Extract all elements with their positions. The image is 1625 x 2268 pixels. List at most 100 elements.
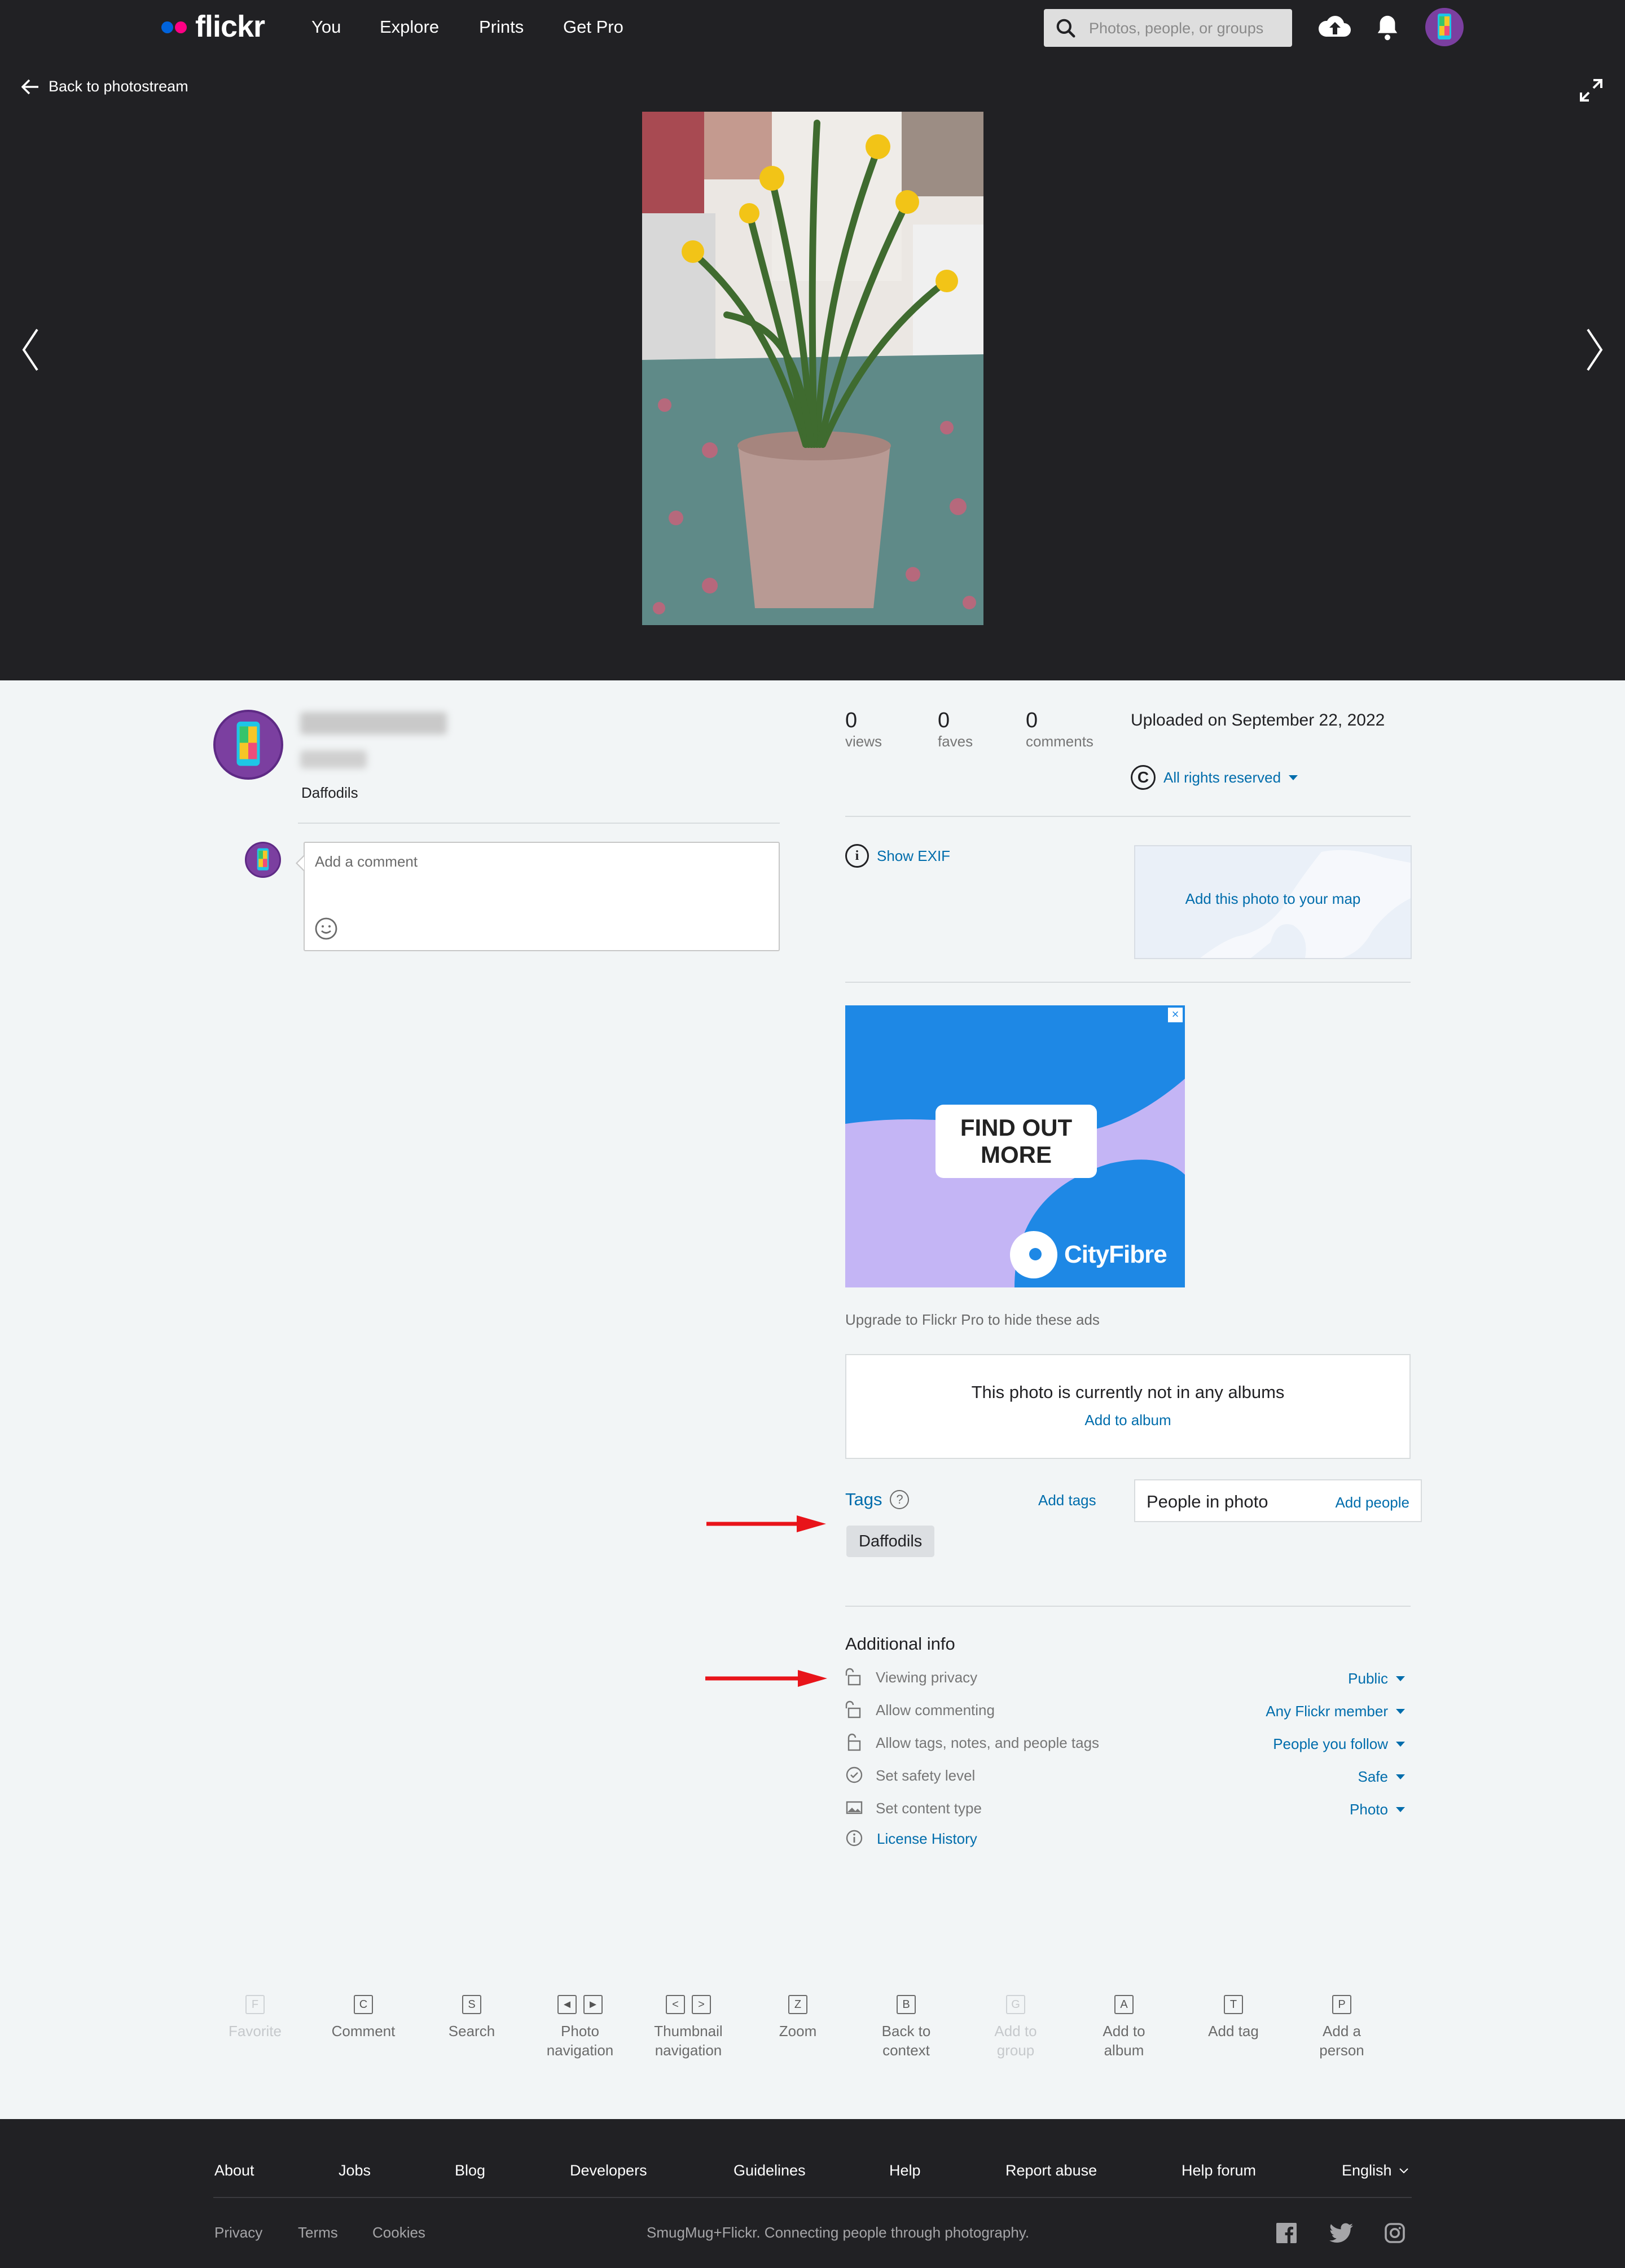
flickr-logo[interactable]: flickr (195, 9, 265, 44)
search-input[interactable]: Photos, people, or groups (1044, 9, 1292, 47)
comment-box[interactable] (296, 842, 780, 951)
content-type-value: Photo (1350, 1801, 1388, 1818)
advertisement[interactable]: × FIND OUT MORE CityFibre (845, 1005, 1185, 1287)
main-photo[interactable] (642, 112, 983, 625)
check-circle-icon (846, 1766, 863, 1783)
shortcut-thumb-nav-label1: Thumbnail (654, 2023, 723, 2040)
footer-about[interactable]: About (214, 2162, 254, 2179)
license-history-link[interactable]: License History (877, 1830, 977, 1848)
key-greater-than: > (692, 1995, 711, 2014)
license-dropdown[interactable]: C All rights reserved (1131, 765, 1298, 790)
footer-blog[interactable]: Blog (455, 2162, 485, 2179)
instagram-icon[interactable] (1385, 2223, 1405, 2243)
comment-input[interactable] (315, 853, 755, 871)
ad-find-out-more-button[interactable]: FIND OUT MORE (936, 1105, 1097, 1178)
allow-tags-dropdown[interactable]: People you follow (1273, 1735, 1405, 1753)
back-to-photostream-link[interactable]: Back to photostream (21, 78, 188, 95)
footer-divider (213, 2197, 1412, 2198)
help-icon[interactable]: ? (890, 1490, 910, 1509)
footer-privacy[interactable]: Privacy (214, 2224, 262, 2241)
add-to-map-box[interactable]: Add this photo to your map (1134, 845, 1412, 959)
key-less-than: < (666, 1995, 685, 2014)
phone-avatar-icon (1438, 14, 1451, 39)
nav-get-pro[interactable]: Get Pro (563, 17, 623, 37)
footer (0, 2119, 1625, 2268)
views-count: 0 (845, 709, 858, 732)
footer-help[interactable]: Help (889, 2162, 921, 2179)
comments-label: comments (1026, 733, 1093, 750)
footer-terms[interactable]: Terms (298, 2224, 338, 2241)
nav-prints[interactable]: Prints (479, 17, 524, 37)
nav-explore[interactable]: Explore (380, 17, 439, 37)
upgrade-pro-link[interactable]: Upgrade to Flickr Pro to hide these ads (845, 1311, 1100, 1329)
add-people-link[interactable]: Add people (1335, 1494, 1409, 1511)
footer-developers[interactable]: Developers (570, 2162, 647, 2179)
info-icon: i (845, 844, 869, 868)
footer-jobs[interactable]: Jobs (339, 2162, 371, 2179)
nav-you[interactable]: You (311, 17, 341, 37)
comments-stat: 0 comments (1026, 709, 1093, 750)
flickr-logo-dots[interactable] (161, 21, 190, 34)
owner-avatar[interactable] (213, 710, 283, 780)
shortcut-zoom-label: Zoom (779, 2023, 817, 2040)
shortcut-favorite: F Favorite (210, 1995, 300, 2041)
chevron-down-icon (1289, 775, 1298, 780)
allow-tags-label: Allow tags, notes, and people tags (876, 1734, 1100, 1751)
shortcut-album-label1: Add to (1103, 2023, 1145, 2040)
ad-close-icon[interactable]: × (1167, 1006, 1184, 1023)
comments-count: 0 (1026, 709, 1038, 732)
copyright-icon: C (1131, 765, 1156, 790)
tag-daffodils[interactable]: Daffodils (846, 1526, 935, 1557)
shortcut-comment: C Comment (318, 1995, 409, 2041)
viewing-privacy-dropdown[interactable]: Public (1348, 1670, 1405, 1687)
language-label: English (1342, 2162, 1392, 2179)
lock-open-icon (845, 1700, 861, 1718)
footer-report-abuse[interactable]: Report abuse (1005, 2162, 1097, 2179)
footer-guidelines[interactable]: Guidelines (734, 2162, 806, 2179)
allow-commenting-value: Any Flickr member (1266, 1703, 1388, 1720)
views-label: views (845, 733, 882, 750)
shortcut-person-label1: Add a (1323, 2023, 1361, 2040)
safety-level-label: Set safety level (876, 1767, 976, 1784)
safety-level-dropdown[interactable]: Safe (1358, 1768, 1405, 1786)
content-type-dropdown[interactable]: Photo (1350, 1801, 1405, 1818)
add-to-album-link[interactable]: Add to album (846, 1412, 1409, 1429)
faves-label: faves (938, 733, 973, 750)
phone-avatar-icon (236, 722, 260, 766)
key-left: ◄ (557, 1995, 577, 2014)
owner-name-redacted[interactable] (300, 712, 447, 735)
footer-cookies[interactable]: Cookies (372, 2224, 425, 2241)
shortcut-add-to-group: G Add to group (970, 1995, 1061, 2060)
footer-tagline: SmugMug+Flickr. Connecting people throug… (647, 2224, 1030, 2241)
fullscreen-icon[interactable] (1579, 78, 1604, 103)
people-in-photo-box: People in photo Add people (1134, 1479, 1422, 1522)
allow-commenting-dropdown[interactable]: Any Flickr member (1266, 1703, 1405, 1720)
previous-photo-chevron-icon[interactable] (20, 327, 39, 372)
facebook-icon[interactable] (1276, 2223, 1297, 2243)
footer-help-forum[interactable]: Help forum (1182, 2162, 1256, 2179)
upload-icon[interactable] (1317, 11, 1353, 42)
shortcut-tag-label: Add tag (1208, 2023, 1259, 2040)
chevron-down-icon (1396, 1774, 1405, 1779)
tags-header: Tags ? (845, 1489, 910, 1510)
shortcut-favorite-label: Favorite (229, 2023, 282, 2040)
content-type-label: Set content type (876, 1800, 982, 1817)
viewing-privacy-value: Public (1348, 1670, 1388, 1687)
key-s: S (462, 1995, 481, 2014)
viewing-privacy-label: Viewing privacy (876, 1669, 978, 1686)
back-label: Back to photostream (49, 78, 188, 95)
next-photo-chevron-icon[interactable] (1586, 327, 1605, 372)
shortcut-back-label1: Back to (881, 2023, 931, 2040)
user-avatar[interactable] (1425, 8, 1464, 46)
language-selector[interactable]: English (1342, 2162, 1409, 2179)
info-icon (846, 1830, 863, 1847)
add-tags-link[interactable]: Add tags (1038, 1492, 1096, 1509)
owner-follow-redacted[interactable] (300, 750, 367, 768)
emoji-icon[interactable] (314, 916, 339, 941)
albums-message: This photo is currently not in any album… (971, 1382, 1285, 1402)
show-exif-link[interactable]: i Show EXIF (845, 844, 950, 868)
twitter-icon[interactable] (1329, 2223, 1353, 2243)
shortcut-back-label2: context (882, 2041, 930, 2059)
notifications-bell-icon[interactable] (1374, 14, 1400, 42)
faves-stat: 0 faves (938, 709, 973, 750)
